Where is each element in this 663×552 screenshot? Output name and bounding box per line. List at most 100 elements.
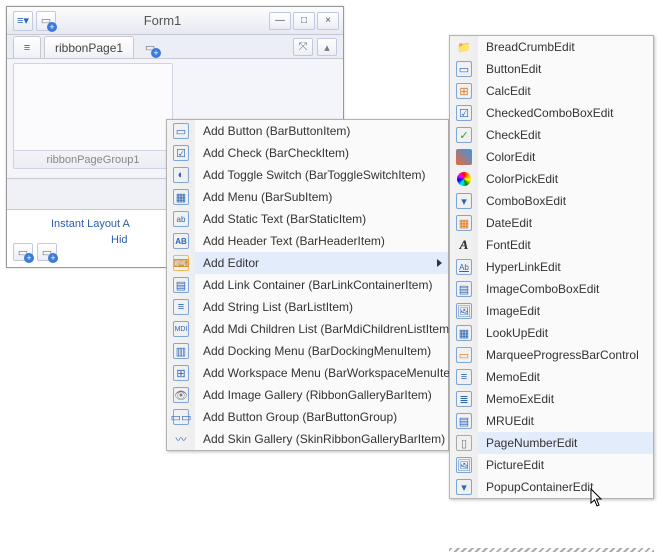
ribbon-tab-page1[interactable]: ribbonPage1 [44, 36, 134, 58]
skin-icon: 〰 [173, 431, 189, 447]
image-combo-icon: ▤ [456, 281, 472, 297]
window-buttons: — □ × [269, 12, 343, 30]
ribbon-add-tab-button[interactable]: ▭+ [139, 36, 161, 58]
add-icon: ▭+ [15, 244, 31, 260]
docking-icon: ▥ [173, 343, 189, 359]
font-icon: A [456, 237, 472, 253]
ribbon-expand-button[interactable]: ▴ [317, 38, 337, 56]
titlebar: ≡▾ ▭+ Form1 — □ × [7, 7, 343, 35]
eye-icon: 👁 [173, 387, 189, 403]
editor-calc[interactable]: ⊞ CalcEdit [450, 80, 653, 102]
folder-icon: 📁 [456, 39, 472, 55]
menu-item-add-header-text[interactable]: AB Add Header Text (BarHeaderItem) [167, 230, 448, 252]
hide-link[interactable]: Hid [111, 234, 128, 246]
editor-lookup[interactable]: ▦ LookUpEdit [450, 322, 653, 344]
menu-item-add-button[interactable]: ▭ Add Button (BarButtonItem) [167, 120, 448, 142]
editor-date[interactable]: ▦ DateEdit [450, 212, 653, 234]
mru-icon: ▤ [456, 413, 472, 429]
button-edit-icon: ▭ [456, 61, 472, 77]
list-icon: ≡▾ [15, 13, 31, 29]
form-title: Form1 [56, 13, 269, 28]
editor-image-combo[interactable]: ▤ ImageComboBoxEdit [450, 278, 653, 300]
menu-icon: ▦ [173, 189, 189, 205]
image-icon: 🖼 [456, 303, 472, 319]
button-icon: ▭ [173, 123, 189, 139]
menu-item-add-static-text[interactable]: ab Add Static Text (BarStaticItem) [167, 208, 448, 230]
header-text-icon: AB [173, 233, 189, 249]
checked-combo-icon: ☑ [456, 105, 472, 121]
mdi-icon: MDI [173, 321, 189, 337]
lookup-icon: ▦ [456, 325, 472, 341]
qat-dropdown-button[interactable]: ≡▾ [13, 11, 33, 31]
editor-memoex[interactable]: ≣ MemoExEdit [450, 388, 653, 410]
progress-icon: ▭ [456, 347, 472, 363]
chevron-up-icon: ▴ [319, 39, 335, 55]
menu-item-add-toggle[interactable]: ◐ Add Toggle Switch (BarToggleSwitchItem… [167, 164, 448, 186]
memoex-icon: ≣ [456, 391, 472, 407]
editor-combo[interactable]: ▾ ComboBoxEdit [450, 190, 653, 212]
context-menu-add-items: ▭ Add Button (BarButtonItem) ☑ Add Check… [166, 119, 449, 451]
page-number-icon: ▯ [456, 435, 472, 451]
ribbon-tab-strip: ≡ ribbonPage1 ▭+ ⤧ ▴ [7, 35, 343, 59]
color-icon [456, 149, 472, 165]
footer-add-button[interactable]: ▭+ [13, 243, 33, 261]
submenu-arrow-icon [437, 259, 442, 267]
ribbon-page-group[interactable]: ribbonPageGroup1 [13, 63, 173, 169]
popup-icon: ▾ [456, 479, 472, 495]
calc-icon: ⊞ [456, 83, 472, 99]
color-wheel-icon [457, 172, 471, 186]
menu-item-add-string-list[interactable]: ≡ Add String List (BarListItem) [167, 296, 448, 318]
qat-add-button[interactable]: ▭+ [36, 11, 56, 31]
menu-item-add-mdi-list[interactable]: MDI Add Mdi Children List (BarMdiChildre… [167, 318, 448, 340]
menu-item-add-link-container[interactable]: ▤ Add Link Container (BarLinkContainerIt… [167, 274, 448, 296]
torn-edge-decoration [449, 548, 654, 552]
button-group-icon: ▭▭ [173, 409, 189, 425]
check-icon: ☑ [173, 145, 189, 161]
combo-icon: ▾ [456, 193, 472, 209]
minimize-button[interactable]: — [269, 12, 291, 30]
menu-item-add-editor[interactable]: ⌨ Add Editor [167, 252, 448, 274]
menu-item-add-button-group[interactable]: ▭▭ Add Button Group (BarButtonGroup) [167, 406, 448, 428]
checkbox-icon: ✓ [456, 127, 472, 143]
editor-icon: ⌨ [173, 255, 189, 271]
menu-item-add-menu[interactable]: ▦ Add Menu (BarSubItem) [167, 186, 448, 208]
hyperlink-icon: Ab [456, 259, 472, 275]
ribbon-group-label: ribbonPageGroup1 [14, 150, 172, 168]
home-icon: ≡ [20, 40, 34, 56]
editor-checked-combo[interactable]: ☑ CheckedComboBoxEdit [450, 102, 653, 124]
editor-marquee[interactable]: ▭ MarqueeProgressBarControl [450, 344, 653, 366]
add-item-icon: ▭+ [38, 13, 54, 29]
menu-item-add-image-gallery[interactable]: 👁 Add Image Gallery (RibbonGalleryBarIte… [167, 384, 448, 406]
editor-popup-container[interactable]: ▾ PopupContainerEdit [450, 476, 653, 498]
editor-page-number[interactable]: ▯ PageNumberEdit [450, 432, 653, 454]
maximize-button[interactable]: □ [293, 12, 315, 30]
instant-layout-link[interactable]: Instant Layout A [51, 218, 130, 230]
toggle-icon: ◐ [173, 167, 189, 183]
editor-mru[interactable]: ▤ MRUEdit [450, 410, 653, 432]
editor-hyperlink[interactable]: Ab HyperLinkEdit [450, 256, 653, 278]
add-icon: ▭+ [39, 244, 55, 260]
editor-font[interactable]: A FontEdit [450, 234, 653, 256]
editor-memo[interactable]: ≡ MemoEdit [450, 366, 653, 388]
close-button[interactable]: × [317, 12, 339, 30]
editor-color[interactable]: ColorEdit [450, 146, 653, 168]
link-container-icon: ▤ [173, 277, 189, 293]
footer-add-button-2[interactable]: ▭+ [37, 243, 57, 261]
ribbon-pin-button[interactable]: ⤧ [293, 38, 313, 56]
editor-picture[interactable]: 🖼 PictureEdit [450, 454, 653, 476]
ribbon-tab-home[interactable]: ≡ [13, 36, 41, 58]
calendar-icon: ▦ [456, 215, 472, 231]
menu-item-add-workspace-menu[interactable]: ⊞ Add Workspace Menu (BarWorkspaceMenuIt… [167, 362, 448, 384]
list-icon: ≡ [173, 299, 189, 315]
menu-item-add-skin-gallery[interactable]: 〰 Add Skin Gallery (SkinRibbonGalleryBar… [167, 428, 448, 450]
editor-image[interactable]: 🖼 ImageEdit [450, 300, 653, 322]
picture-icon: 🖼 [456, 457, 472, 473]
pin-icon: ⤧ [295, 39, 311, 55]
editor-button[interactable]: ▭ ButtonEdit [450, 58, 653, 80]
menu-item-add-docking-menu[interactable]: ▥ Add Docking Menu (BarDockingMenuItem) [167, 340, 448, 362]
editor-breadcrumb[interactable]: 📁 BreadCrumbEdit [450, 36, 653, 58]
editor-check[interactable]: ✓ CheckEdit [450, 124, 653, 146]
editor-color-pick[interactable]: ColorPickEdit [450, 168, 653, 190]
static-text-icon: ab [173, 211, 189, 227]
menu-item-add-check[interactable]: ☑ Add Check (BarCheckItem) [167, 142, 448, 164]
